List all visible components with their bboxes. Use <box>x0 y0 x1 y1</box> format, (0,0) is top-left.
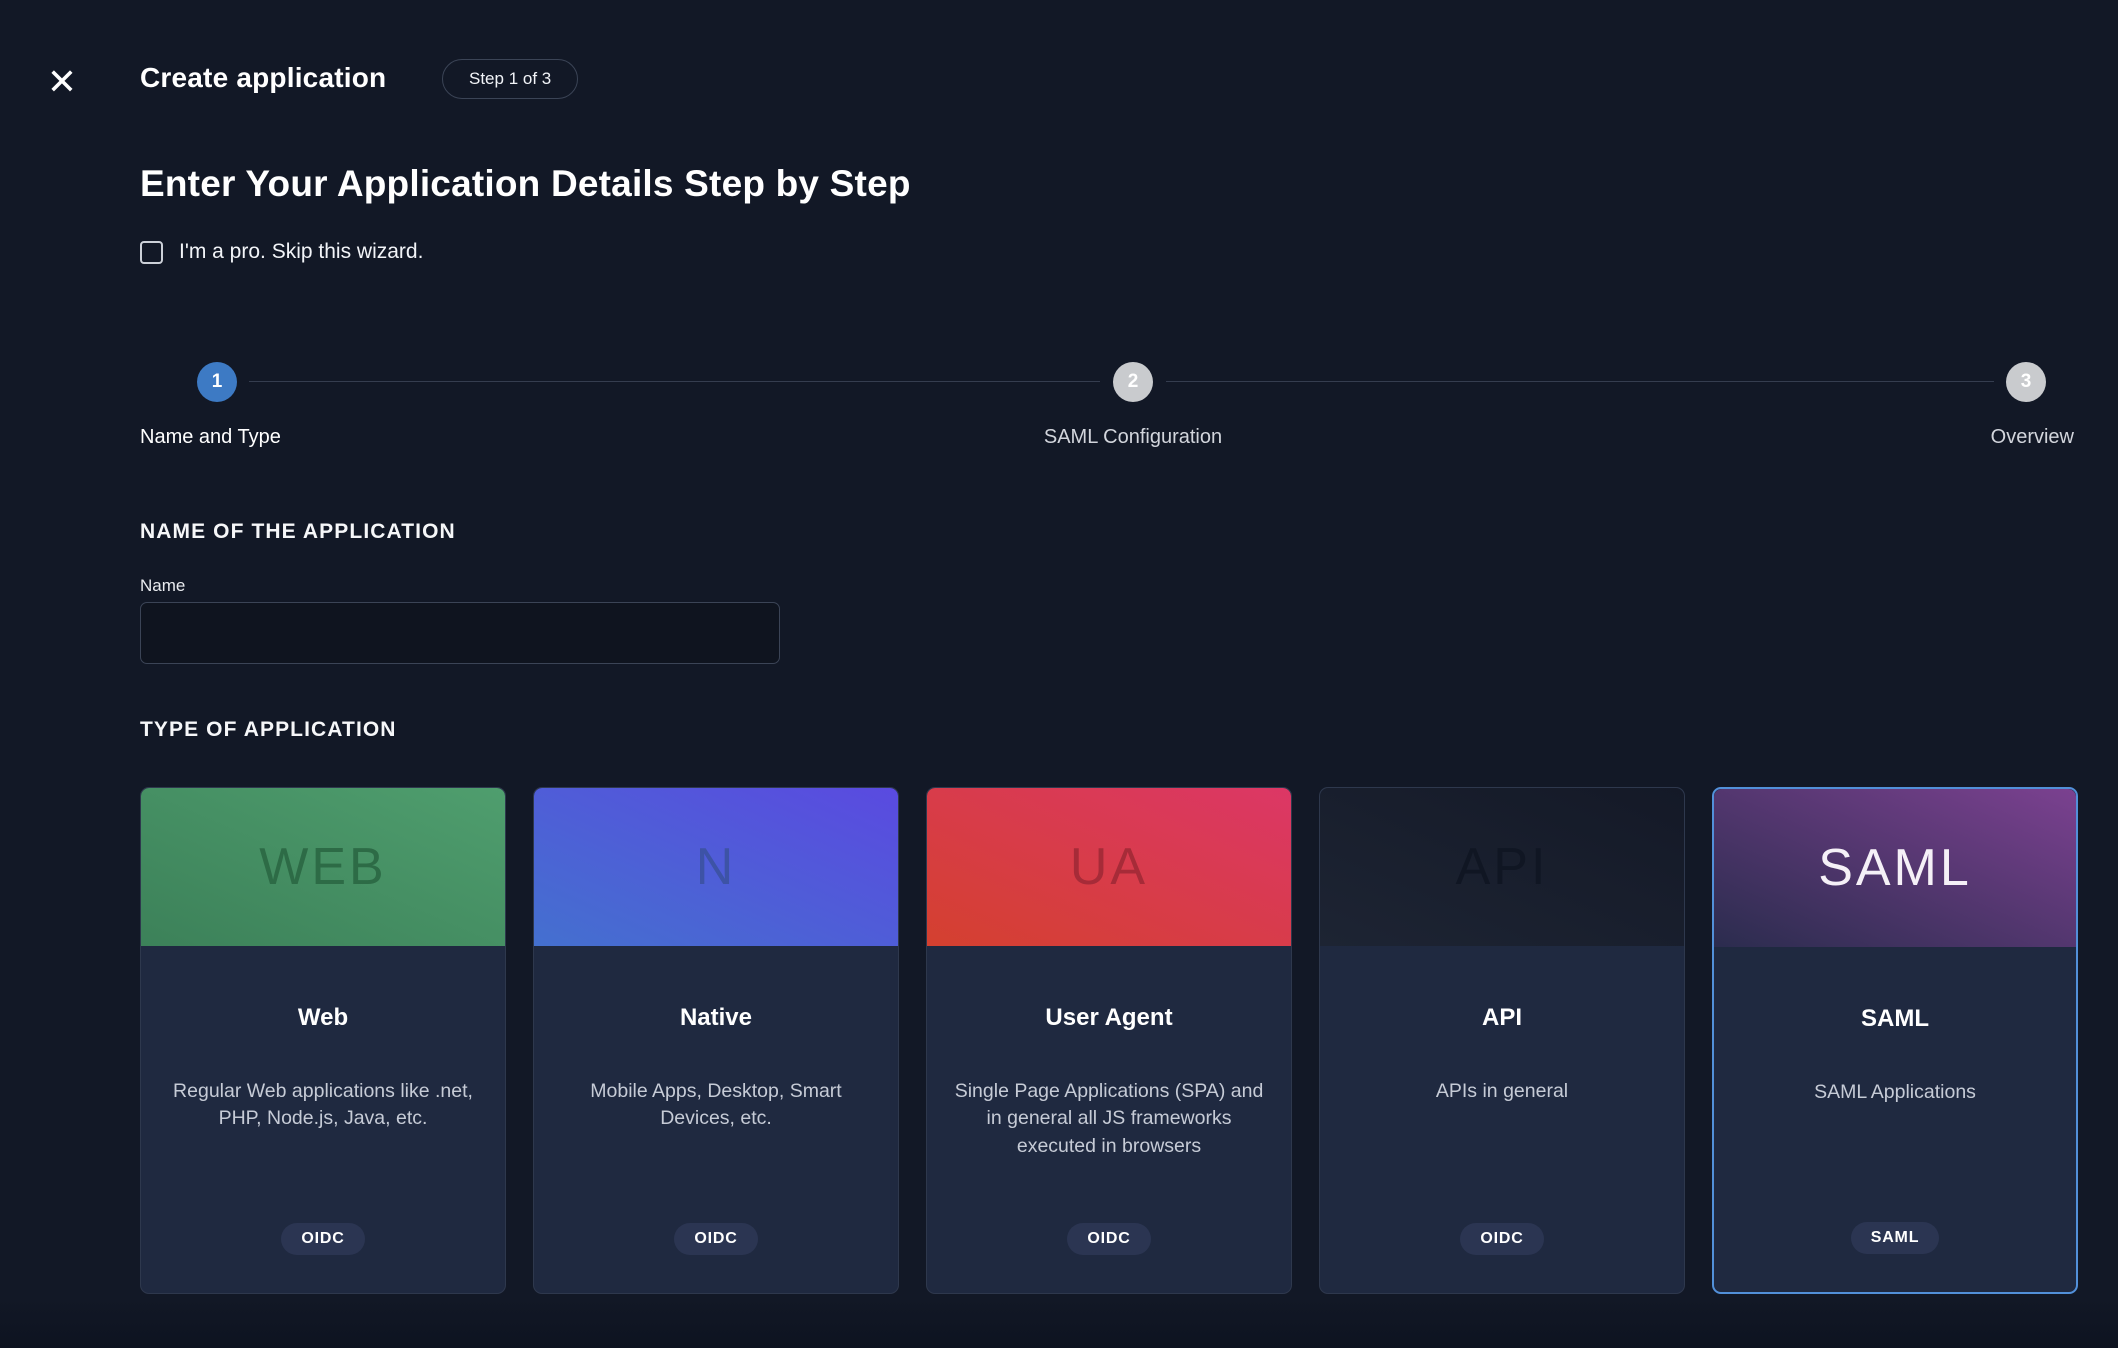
card-title: API <box>1481 1004 1522 1031</box>
step-circle-saml-configuration[interactable]: 2 <box>1113 362 1153 402</box>
step-label-name-and-type[interactable]: Name and Type <box>140 426 281 449</box>
card-header-api: API <box>1320 788 1684 946</box>
card-title: SAML <box>1861 1005 1929 1032</box>
step-circle-name-and-type[interactable]: 1 <box>197 362 237 402</box>
card-letter-user-agent: UA <box>1069 838 1149 896</box>
stepper-line-2 <box>1166 381 1994 382</box>
card-description: SAML Applications <box>1814 1081 1976 1103</box>
bottom-fade <box>0 1298 2118 1348</box>
card-header-user-agent: UA <box>927 788 1291 946</box>
protocol-badge: OIDC <box>281 1223 365 1255</box>
protocol-badge: OIDC <box>1067 1223 1151 1255</box>
card-letter-native: N <box>695 838 737 896</box>
step-circle-overview[interactable]: 3 <box>2006 362 2046 402</box>
protocol-badge: OIDC <box>674 1223 758 1255</box>
card-letter-web: WEB <box>259 838 387 896</box>
protocol-badge: SAML <box>1850 1222 1940 1254</box>
skip-wizard-label[interactable]: I'm a pro. Skip this wizard. <box>179 240 423 264</box>
close-icon[interactable]: ✕ <box>40 60 84 104</box>
card-description: Single Page Applications (SPA) and in ge… <box>954 1080 1264 1157</box>
type-section-title: TYPE OF APPLICATION <box>140 718 397 741</box>
page-title: Create application <box>140 62 387 93</box>
step-label-overview[interactable]: Overview <box>1991 426 2074 449</box>
card-description: Mobile Apps, Desktop, Smart Devices, etc… <box>590 1080 842 1130</box>
card-header-web: WEB <box>141 788 505 946</box>
app-type-card-api[interactable]: API API APIs in general OIDC <box>1319 787 1685 1294</box>
stepper-line-1 <box>249 381 1100 382</box>
skip-wizard-row[interactable]: I'm a pro. Skip this wizard. <box>140 240 423 264</box>
name-field-label: Name <box>140 576 186 595</box>
card-header-native: N <box>534 788 898 946</box>
application-name-input[interactable] <box>140 602 780 664</box>
card-title: Web <box>297 1004 349 1031</box>
card-description: APIs in general <box>1435 1080 1569 1102</box>
step-progress-badge: Step 1 of 3 <box>442 59 579 99</box>
app-type-card-native[interactable]: N Native Mobile Apps, Desktop, Smart Dev… <box>533 787 899 1294</box>
card-title: Native <box>679 1004 753 1031</box>
wizard-heading: Enter Your Application Details Step by S… <box>140 163 911 204</box>
card-letter-saml: SAML <box>1818 839 1972 897</box>
protocol-badge: OIDC <box>1460 1223 1544 1255</box>
app-type-card-user-agent[interactable]: UA User Agent Single Page Applications (… <box>926 787 1292 1294</box>
card-header-saml: SAML <box>1714 789 2076 947</box>
application-type-cards: WEB Web Regular Web applications like .n… <box>140 787 2078 1294</box>
step-label-saml-configuration[interactable]: SAML Configuration <box>1044 426 1222 449</box>
card-title: User Agent <box>1045 1004 1173 1031</box>
skip-wizard-checkbox[interactable] <box>140 240 163 264</box>
wizard-stepper: 1 2 3 Name and Type SAML Configuration O… <box>0 360 2118 470</box>
app-type-card-web[interactable]: WEB Web Regular Web applications like .n… <box>140 787 506 1294</box>
app-type-card-saml[interactable]: SAML SAML SAML Applications SAML <box>1712 787 2078 1294</box>
name-section-title: NAME OF THE APPLICATION <box>140 520 456 543</box>
card-description: Regular Web applications like .net, PHP,… <box>173 1080 473 1130</box>
card-letter-api: API <box>1455 838 1549 896</box>
